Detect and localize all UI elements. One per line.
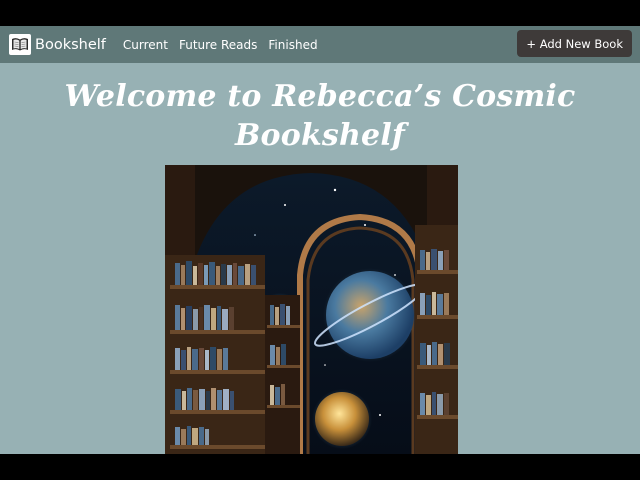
top-letterbox	[0, 0, 640, 26]
navbar: Bookshelf Current Future Reads Finished …	[0, 26, 640, 63]
brand-label: Bookshelf	[35, 36, 106, 53]
nav-link-future-reads[interactable]: Future Reads	[179, 38, 257, 52]
open-book-icon	[9, 34, 31, 55]
main-content: Welcome to Rebecca’s Cosmic Bookshelf	[0, 63, 640, 454]
brand-link[interactable]: Bookshelf	[9, 34, 106, 55]
add-new-book-button[interactable]: + Add New Book	[517, 30, 632, 57]
nav-link-finished[interactable]: Finished	[268, 38, 317, 52]
cosmic-bookshelf-image	[165, 165, 458, 454]
page-title: Welcome to Rebecca’s Cosmic Bookshelf	[64, 79, 576, 153]
bottom-letterbox	[0, 454, 640, 480]
nav-link-current[interactable]: Current	[123, 38, 168, 52]
